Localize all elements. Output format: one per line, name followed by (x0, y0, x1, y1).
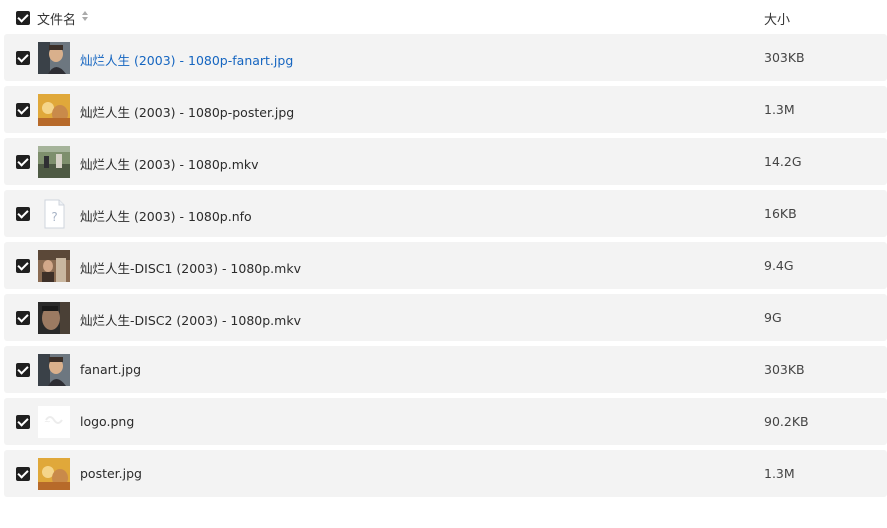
file-size: 16KB (764, 206, 797, 221)
file-size: 9.4G (764, 258, 794, 273)
file-checkbox[interactable] (16, 103, 30, 117)
file-name[interactable]: 灿烂人生 (2003) - 1080p.mkv (80, 154, 259, 173)
poster-thumbnail[interactable] (38, 94, 70, 126)
file-name[interactable]: 灿烂人生 (2003) - 1080p-poster.jpg (80, 102, 294, 121)
file-size: 90.2KB (764, 414, 809, 429)
file-checkbox[interactable] (16, 207, 30, 221)
sort-icon[interactable] (82, 11, 88, 23)
file-size: 303KB (764, 362, 805, 377)
file-size: 1.3M (764, 466, 795, 481)
file-name[interactable]: 灿烂人生 (2003) - 1080p.nfo (80, 206, 252, 225)
file-checkbox[interactable] (16, 311, 30, 325)
file-name[interactable]: 灿烂人生-DISC1 (2003) - 1080p.mkv (80, 258, 301, 277)
file-size: 303KB (764, 50, 805, 65)
video-face-thumbnail[interactable] (38, 302, 70, 334)
file-row[interactable]: 灿烂人生-DISC1 (2003) - 1080p.mkv 9.4G (4, 242, 887, 289)
file-checkbox[interactable] (16, 51, 30, 65)
file-name[interactable]: poster.jpg (80, 466, 142, 481)
file-name[interactable]: logo.png (80, 414, 134, 429)
svg-text:?: ? (51, 210, 57, 224)
file-size: 9G (764, 310, 782, 325)
file-row[interactable]: 灿烂人生-DISC2 (2003) - 1080p.mkv 9G (4, 294, 887, 341)
file-name[interactable]: fanart.jpg (80, 362, 141, 377)
file-row[interactable]: 灿烂人生 (2003) - 1080p.mkv 14.2G (4, 138, 887, 185)
unknown-file-thumbnail[interactable]: ? (38, 198, 70, 230)
logo-thumbnail[interactable]: ~ (38, 406, 70, 438)
poster-thumbnail[interactable] (38, 458, 70, 490)
file-row[interactable]: ? 灿烂人生 (2003) - 1080p.nfo 16KB (4, 190, 887, 237)
file-name[interactable]: 灿烂人生-DISC2 (2003) - 1080p.mkv (80, 310, 301, 329)
file-row[interactable]: 灿烂人生 (2003) - 1080p-poster.jpg 1.3M (4, 86, 887, 133)
video-street-thumbnail[interactable] (38, 146, 70, 178)
file-list-header: 文件名 大小 (0, 0, 887, 34)
file-checkbox[interactable] (16, 467, 30, 481)
file-row[interactable]: ~ logo.png 90.2KB (4, 398, 887, 445)
name-column-header[interactable]: 文件名 (37, 9, 76, 28)
file-size: 1.3M (764, 102, 795, 117)
file-name[interactable]: 灿烂人生 (2003) - 1080p-fanart.jpg (80, 50, 293, 69)
file-checkbox[interactable] (16, 363, 30, 377)
video-room-thumbnail[interactable] (38, 250, 70, 282)
file-row[interactable]: poster.jpg 1.3M (4, 450, 887, 497)
file-checkbox[interactable] (16, 259, 30, 273)
file-checkbox[interactable] (16, 155, 30, 169)
file-row[interactable]: 灿烂人生 (2003) - 1080p-fanart.jpg 303KB (4, 34, 887, 81)
photo-man-thumbnail[interactable] (38, 354, 70, 386)
photo-man-thumbnail[interactable] (38, 42, 70, 74)
file-checkbox[interactable] (16, 415, 30, 429)
file-row[interactable]: fanart.jpg 303KB (4, 346, 887, 393)
file-size: 14.2G (764, 154, 802, 169)
size-column-header[interactable]: 大小 (764, 9, 790, 28)
select-all-checkbox[interactable] (16, 11, 30, 25)
